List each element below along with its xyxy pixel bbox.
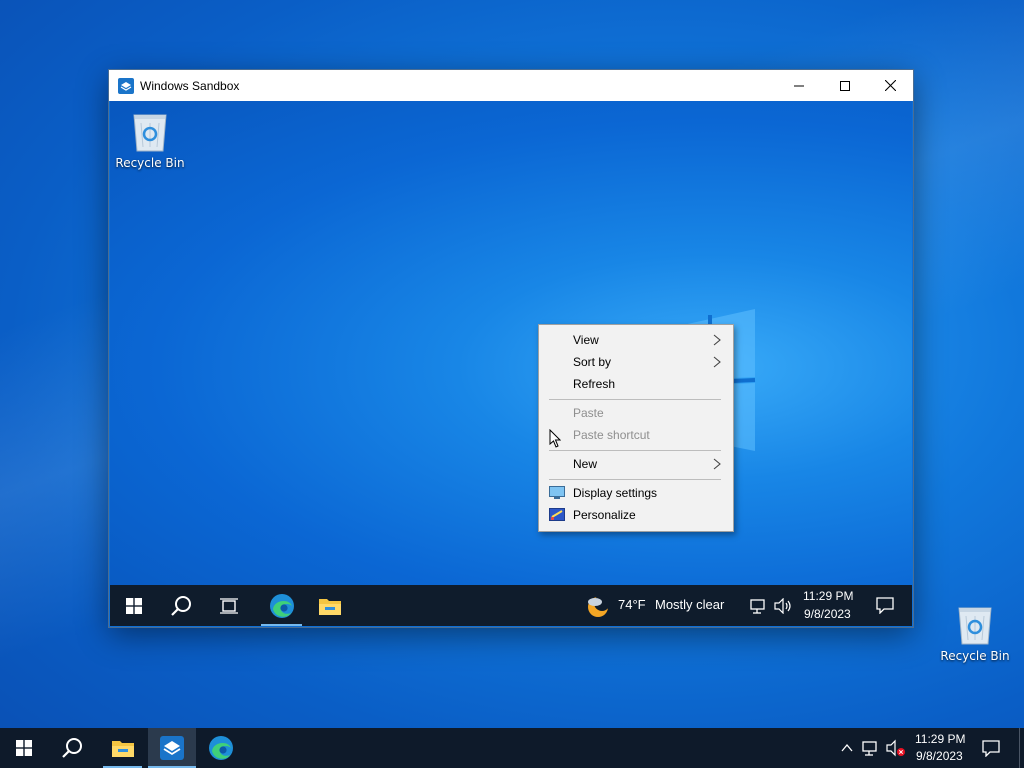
network-icon (750, 598, 765, 614)
search-icon (62, 738, 82, 758)
edge-icon (208, 736, 233, 760)
sandbox-desktop[interactable]: Recycle Bin (110, 101, 912, 585)
menu-item-paste[interactable]: Paste (539, 402, 733, 424)
volume-muted-icon (886, 739, 905, 757)
weather-condition[interactable]: Mostly clear (655, 597, 724, 612)
recycle-bin-icon (958, 607, 992, 645)
host-clock-date[interactable]: 9/8/2023 (916, 749, 963, 763)
menu-item-label: Personalize (573, 508, 636, 522)
edge-icon (269, 593, 294, 618)
file-explorer-taskbar-button[interactable] (306, 585, 353, 626)
sandbox-recycle-bin[interactable]: Recycle Bin (112, 109, 188, 170)
host-start-button[interactable] (0, 728, 48, 768)
show-desktop-button[interactable] (1019, 728, 1020, 768)
file-explorer-icon (111, 741, 134, 757)
clock-date[interactable]: 9/8/2023 (804, 607, 851, 621)
menu-item-label: Sort by (573, 355, 612, 369)
start-icon (16, 740, 32, 756)
host-edge-button[interactable] (197, 728, 244, 768)
maximize-button[interactable] (822, 70, 868, 101)
minimize-icon (794, 85, 804, 86)
close-icon (884, 80, 896, 91)
edge-taskbar-button[interactable] (258, 585, 305, 626)
network-icon (862, 741, 877, 756)
host-windows-sandbox-button[interactable] (148, 728, 196, 768)
menu-item-label: Display settings (573, 486, 658, 500)
host-volume-button[interactable] (884, 728, 908, 768)
task-view-button[interactable] (205, 585, 253, 626)
network-tray-button[interactable] (748, 585, 770, 626)
menu-item-paste-shortcut[interactable]: Paste shortcut (539, 424, 733, 446)
menu-separator (549, 450, 721, 451)
chevron-right-icon (713, 334, 721, 346)
menu-item-label: New (573, 457, 598, 471)
show-hidden-icons-button[interactable] (836, 728, 858, 768)
action-center-icon (982, 739, 1000, 757)
windows-sandbox-icon (118, 77, 134, 94)
start-icon (125, 597, 142, 614)
chevron-right-icon (713, 356, 721, 368)
search-icon (171, 595, 191, 616)
mouse-cursor-icon (549, 429, 561, 448)
menu-item-refresh[interactable]: Refresh (539, 373, 733, 395)
windows-sandbox-window[interactable]: Windows Sandbox Recycle Bin 74°F Mostly … (109, 70, 913, 627)
menu-item-label: Refresh (573, 377, 616, 391)
host-clock-time[interactable]: 11:29 PM (915, 732, 965, 746)
menu-item-label: Paste shortcut (573, 428, 650, 442)
sandbox-taskbar: 74°F Mostly clear 11:29 PM 9/8/2023 (110, 585, 912, 626)
weather-button[interactable] (583, 585, 613, 626)
menu-item-label: Paste (573, 406, 604, 420)
host-network-button[interactable] (859, 728, 883, 768)
moon-cloud-icon (588, 594, 610, 617)
host-taskbar: 11:29 PM 9/8/2023 (0, 728, 1024, 768)
windows-sandbox-icon (160, 736, 184, 760)
host-file-explorer-button[interactable] (99, 728, 146, 768)
file-explorer-icon (318, 598, 341, 615)
volume-icon (774, 597, 791, 614)
recycle-bin-label: Recycle Bin (940, 649, 1010, 663)
menu-item-new[interactable]: New (539, 453, 733, 475)
menu-item-sort-by[interactable]: Sort by (539, 351, 733, 373)
window-titlebar[interactable]: Windows Sandbox (109, 70, 913, 101)
personalize-icon (549, 508, 565, 521)
menu-item-label: View (573, 333, 599, 347)
desktop-context-menu: View Sort by Refresh Paste Paste shortcu… (538, 324, 734, 532)
edge-active-indicator (261, 624, 302, 626)
start-button[interactable] (110, 585, 157, 626)
task-view-icon (220, 597, 238, 614)
search-button[interactable] (157, 585, 205, 626)
menu-separator (549, 399, 721, 400)
menu-item-view[interactable]: View (539, 329, 733, 351)
menu-separator (549, 479, 721, 480)
host-action-center-button[interactable] (973, 728, 1009, 768)
action-center-button[interactable] (867, 585, 903, 626)
menu-item-display-settings[interactable]: Display settings (539, 482, 733, 504)
weather-temperature[interactable]: 74°F (618, 597, 646, 612)
host-recycle-bin[interactable]: Recycle Bin (937, 602, 1013, 663)
recycle-bin-icon (133, 114, 167, 152)
clock-time[interactable]: 11:29 PM (803, 589, 853, 603)
host-search-button[interactable] (48, 728, 96, 768)
chevron-right-icon (713, 458, 721, 470)
menu-item-personalize[interactable]: Personalize (539, 504, 733, 526)
action-center-icon (876, 597, 894, 614)
recycle-bin-label: Recycle Bin (115, 156, 185, 170)
maximize-icon (840, 80, 850, 91)
close-button[interactable] (867, 70, 913, 101)
window-title: Windows Sandbox (140, 78, 240, 93)
volume-tray-button[interactable] (771, 585, 795, 626)
display-icon (549, 486, 565, 499)
minimize-button[interactable] (776, 70, 822, 101)
show-hidden-icon (841, 744, 853, 752)
